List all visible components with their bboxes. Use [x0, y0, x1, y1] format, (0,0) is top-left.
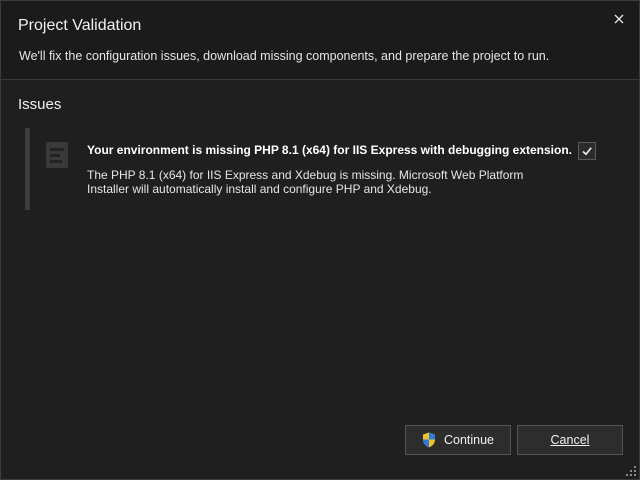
- dialog-title: Project Validation: [18, 17, 142, 34]
- php-icon: [46, 142, 68, 168]
- cancel-button[interactable]: Cancel: [517, 425, 623, 455]
- resize-grip-icon[interactable]: [625, 465, 637, 477]
- close-icon: [614, 14, 624, 24]
- dialog-subtitle: We'll fix the configuration issues, down…: [19, 49, 550, 63]
- continue-label: Continue: [443, 433, 495, 447]
- issue-description: The PHP 8.1 (x64) for IIS Express and Xd…: [87, 168, 524, 196]
- close-button[interactable]: [608, 9, 630, 29]
- checkmark-icon: [582, 147, 592, 156]
- issue-item: Your environment is missing PHP 8.1 (x64…: [25, 128, 609, 210]
- issue-fix-checkbox[interactable]: [578, 142, 596, 160]
- issue-title: Your environment is missing PHP 8.1 (x64…: [87, 143, 572, 157]
- dialog-header: Project Validation We'll fix the configu…: [1, 1, 639, 80]
- uac-shield-icon: [422, 432, 436, 448]
- issue-accent-bar: [25, 128, 30, 210]
- issues-heading: Issues: [18, 96, 62, 113]
- cancel-label: Cancel: [550, 433, 590, 447]
- project-validation-dialog: Project Validation We'll fix the configu…: [0, 0, 640, 480]
- continue-button[interactable]: Continue: [405, 425, 511, 455]
